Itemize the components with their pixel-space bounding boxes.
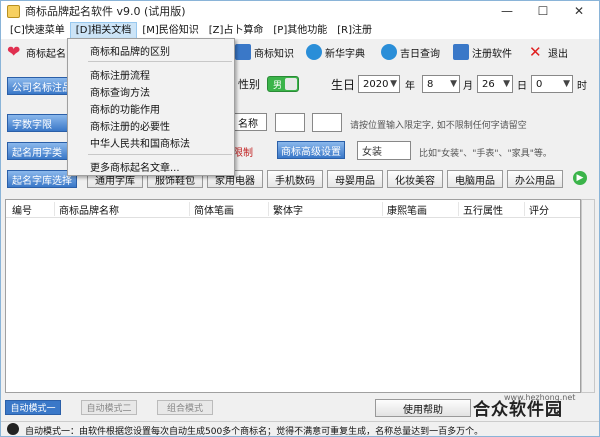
heart-icon: ❤ (7, 42, 21, 61)
dictionary-label: 新华字典 (325, 48, 365, 60)
limit-label: 限制 (233, 148, 253, 159)
dd-function[interactable]: 商标的功能作用 (68, 100, 234, 116)
brand-knowledge-button[interactable]: 商标知识 (235, 41, 294, 63)
exit-button[interactable]: ✕ 退出 (529, 41, 568, 63)
gender-value: 男 (273, 80, 283, 91)
menu-register[interactable]: [R]注册 (332, 22, 377, 39)
auto-mode-2-button[interactable]: 自动模式二 (81, 400, 137, 415)
status-bar: 自动模式一：由软件根据您设置每次自动生成500多个商标名；觉得不满意可重复生成，… (1, 421, 599, 437)
brand-knowledge-label: 商标知识 (254, 48, 294, 60)
category-office[interactable]: 办公用品 (507, 170, 563, 188)
next-arrow-icon[interactable]: ▶ (573, 171, 587, 185)
brand-name-label: 商标起名 (26, 48, 66, 60)
name-label: 名称 (238, 118, 258, 130)
column-simplified-strokes[interactable]: 简体笔画 (189, 202, 234, 217)
book-icon (235, 44, 251, 60)
brand-name-button[interactable]: ❤ 商标起名 (7, 41, 66, 63)
category-computer[interactable]: 电脑用品 (447, 170, 503, 188)
status-text: 自动模式一：由软件根据您设置每次自动生成500多个商标名；觉得不满意可重复生成，… (25, 426, 484, 437)
limit-char-2[interactable] (312, 113, 342, 132)
vertical-scrollbar[interactable] (581, 199, 595, 393)
hour-unit: 时 (577, 81, 587, 92)
app-window: 商标品牌起名软件 v9.0 (试用版) — ☐ ✕ [C]快速菜单 [D]相关文… (0, 0, 600, 437)
menu-divination[interactable]: [Z]占卜算命 (204, 22, 269, 39)
hour-value: 0 (536, 78, 543, 90)
category-input[interactable]: 女装 (357, 141, 411, 160)
bulb-icon (7, 423, 19, 435)
dd-query-method[interactable]: 商标查询方法 (68, 83, 234, 99)
limit-char-1[interactable] (275, 113, 305, 132)
month-unit: 月 (463, 81, 473, 92)
advanced-settings-button[interactable]: 商标高级设置 (277, 141, 345, 159)
minimize-button[interactable]: — (489, 1, 525, 21)
category-cosmetics[interactable]: 化妆美容 (387, 170, 443, 188)
chevron-down-icon: ▼ (563, 79, 570, 89)
lucky-day-button[interactable]: 吉日查询 (381, 41, 440, 63)
chevron-down-icon: ▼ (390, 79, 397, 89)
table-header: 编号 商标品牌名称 简体笔画 繁体字 康熙笔画 五行属性 评分 (6, 200, 580, 218)
gender-label: 性别 (238, 78, 260, 91)
day-value: 26 (482, 78, 495, 90)
app-icon (7, 4, 20, 18)
dd-trademark-law[interactable]: 中华人民共和国商标法 (68, 134, 234, 150)
column-kangxi-strokes[interactable]: 康熙笔画 (382, 202, 427, 217)
column-five-elements[interactable]: 五行属性 (458, 202, 503, 217)
menu-other[interactable]: [P]其他功能 (268, 22, 332, 39)
help-button[interactable]: 使用帮助 (375, 399, 471, 417)
category-hint: 比如"女装"、"手表"、"家具"等。 (419, 149, 552, 159)
exit-icon: ✕ (529, 43, 542, 61)
clock-icon (381, 44, 397, 60)
category-baby[interactable]: 母婴用品 (327, 170, 383, 188)
toggle-knob (285, 78, 297, 90)
chevron-down-icon: ▼ (503, 79, 510, 89)
year-unit: 年 (405, 81, 415, 92)
gender-toggle[interactable]: 男 (267, 76, 299, 92)
register-software-button[interactable]: 注册软件 (453, 41, 512, 63)
maximize-button[interactable]: ☐ (525, 1, 561, 21)
dd-separator (88, 61, 232, 62)
company-name-button[interactable]: 公司名标注品 (7, 77, 71, 95)
dd-necessity[interactable]: 商标注册的必要性 (68, 117, 234, 133)
window-title: 商标品牌起名软件 v9.0 (试用版) (25, 5, 186, 18)
shield-icon (453, 44, 469, 60)
dd-separator (88, 154, 232, 155)
naming-chars-button[interactable]: 起名用字类 (7, 142, 71, 160)
watermark-url: www.hezhong.net (504, 393, 576, 402)
menu-folk[interactable]: [M]民俗知识 (137, 22, 203, 39)
globe-icon (306, 44, 322, 60)
column-brand-name[interactable]: 商标品牌名称 (54, 202, 119, 217)
menu-quick[interactable]: [C]快速菜单 (5, 22, 70, 39)
exit-label: 退出 (548, 48, 568, 60)
position-hint: 请按位置输入限定字, 如不限制任何字请留空 (350, 121, 527, 131)
dd-registration-process[interactable]: 商标注册流程 (68, 66, 234, 82)
combo-mode-button[interactable]: 组合模式 (157, 400, 213, 415)
lucky-day-label: 吉日查询 (400, 48, 440, 60)
menu-bar: [C]快速菜单 [D]相关文档 [M]民俗知识 [Z]占卜算命 [P]其他功能 … (1, 21, 599, 39)
register-label: 注册软件 (472, 48, 512, 60)
chevron-down-icon: ▼ (450, 79, 457, 89)
auto-mode-1-button[interactable]: 自动模式一 (5, 400, 61, 415)
word-limit-button[interactable]: 字数字限 (7, 114, 71, 132)
dd-brand-vs-trademark[interactable]: 商标和品牌的区别 (68, 42, 234, 58)
dictionary-button[interactable]: 新华字典 (306, 41, 365, 63)
documents-dropdown: 商标和品牌的区别 商标注册流程 商标查询方法 商标的功能作用 商标注册的必要性 … (67, 38, 235, 176)
close-button[interactable]: ✕ (561, 1, 597, 21)
column-id[interactable]: 编号 (8, 202, 32, 217)
birthday-label: 生日 (331, 78, 356, 92)
category-digital[interactable]: 手机数码 (267, 170, 323, 188)
hour-select[interactable]: 0 ▼ (531, 75, 573, 93)
dd-more-articles[interactable]: 更多商标起名文章... (68, 158, 234, 174)
menu-documents[interactable]: [D]相关文档 (69, 21, 138, 39)
day-select[interactable]: 26 ▼ (477, 75, 513, 93)
day-unit: 日 (517, 81, 527, 92)
column-score[interactable]: 评分 (524, 202, 549, 217)
column-traditional[interactable]: 繁体字 (268, 202, 303, 217)
month-select[interactable]: 8 ▼ (422, 75, 460, 93)
year-select[interactable]: 2020 ▼ (358, 75, 400, 93)
month-value: 8 (427, 78, 434, 90)
results-table[interactable]: 编号 商标品牌名称 简体笔画 繁体字 康熙笔画 五行属性 评分 (5, 199, 581, 393)
year-value: 2020 (363, 78, 389, 90)
